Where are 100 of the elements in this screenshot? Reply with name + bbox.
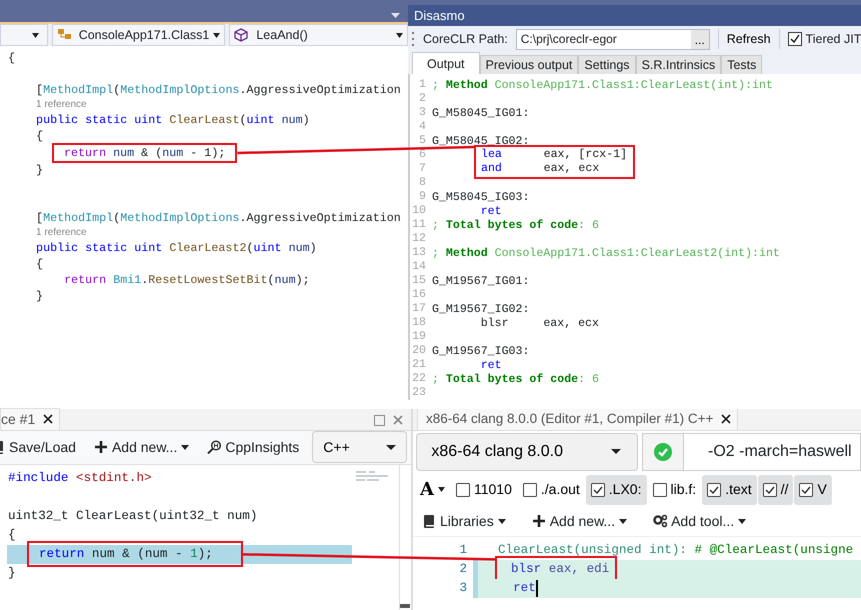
navigation-dropdown[interactable]: LeaAnd() [229, 24, 408, 46]
compiler-dropdown[interactable]: x86-64 clang 8.0.0 [416, 432, 638, 471]
line-number: 17 [411, 302, 427, 316]
line-number: 20 [411, 344, 427, 358]
check-circle-icon[interactable] [654, 442, 672, 461]
code-line: } [35, 162, 44, 178]
tab[interactable]: Settings [578, 55, 636, 74]
checkbox[interactable] [707, 482, 722, 497]
line-number: 16 [411, 288, 427, 302]
tab[interactable]: x86-64 clang 8.0.0 (Editor #1, Compiler #1) C++ [417, 408, 738, 430]
line-number: 7 [418, 162, 427, 176]
browse-button[interactable]: ... [690, 30, 709, 48]
toolbar-button[interactable]: Add new... [88, 436, 194, 458]
minimap-drawing [355, 470, 389, 483]
close-icon[interactable] [43, 414, 54, 424]
line-number: 23 [411, 386, 427, 400]
code-line: public static uint ClearLeast2(uint num) [35, 240, 317, 256]
code-line: ClearLeast(unsigned int): # @ClearLeast(unsigne [498, 542, 854, 559]
filter-toggle[interactable]: .LX0: [586, 474, 646, 505]
line-number: 12 [411, 232, 427, 246]
line-number: 4 [418, 120, 427, 134]
refresh-button[interactable]: Refresh [726, 30, 771, 48]
field-label: CoreCLR Path: [423, 30, 508, 48]
tab[interactable]: S.R.Intrinsics [636, 55, 722, 74]
tab[interactable]: Previous output [480, 55, 578, 74]
code-line: return num & (num - 1); [39, 547, 213, 562]
code-line: { [35, 128, 44, 144]
toolbar-button[interactable]: Save/Load [0, 436, 81, 458]
code-line: [MethodImpl(MethodImplOptions.AggressiveOptimization [35, 82, 401, 98]
checkbox[interactable] [799, 482, 814, 497]
code-line: uint32_t ClearLeast(uint32_t num) [8, 508, 258, 525]
line-number: 3 [418, 106, 427, 120]
options-field[interactable]: -O2 -march=haswell [684, 432, 861, 471]
caret-icon [611, 449, 621, 454]
tab[interactable]: Output [412, 52, 480, 74]
line-number: 9 [418, 190, 427, 204]
class-icon [56, 28, 71, 42]
line-number: 3 [458, 580, 468, 597]
code-line: lea eax, [rcx-1] [481, 148, 628, 162]
caret-icon [181, 444, 190, 450]
cube-icon [234, 28, 248, 42]
line-number: 14 [411, 260, 427, 274]
line-number: 1 [418, 78, 427, 92]
line-number: 5 [418, 134, 427, 148]
filter-toggle[interactable]: // [758, 474, 794, 505]
toolbar-button[interactable]: Add tool... [648, 510, 752, 532]
code-lens[interactable]: 1 reference [0, 98, 408, 112]
code-line: } [35, 288, 44, 304]
line-number: 2 [418, 92, 427, 106]
close-icon[interactable] [721, 414, 732, 424]
dropdown-icon[interactable] [391, 13, 400, 18]
caret-icon [386, 444, 396, 450]
code-line: ; Total bytes of code: 6 [432, 219, 599, 232]
caret-icon [32, 32, 39, 38]
filter-toggle[interactable]: 11010 [450, 474, 517, 505]
checkbox[interactable] [762, 482, 777, 497]
code-line: { [8, 50, 16, 66]
line-number: 21 [411, 358, 427, 372]
code-line: ; Method ConsoleApp171.Class1:ClearLeast(int):int [432, 79, 773, 92]
checkbox[interactable] [590, 482, 605, 497]
line-number: 11 [411, 218, 427, 232]
caret-icon [438, 487, 445, 492]
code-line: G_M19567_IG02: [432, 303, 530, 316]
code-line: return num & (num - 1); [64, 145, 226, 161]
code-lens[interactable]: 1 reference [0, 226, 408, 240]
tab[interactable]: Tests [721, 55, 762, 74]
font-button[interactable]: A [415, 474, 450, 505]
code-line: G_M58045_IG02: [432, 135, 530, 148]
toolbar-button[interactable]: Add new... [526, 510, 632, 532]
caret-icon [213, 32, 220, 38]
plus-icon [94, 440, 108, 454]
language-dropdown[interactable]: C++ [312, 431, 407, 464]
code-line: blsr eax, edi [511, 562, 610, 576]
filter-toggle[interactable]: .text [702, 474, 757, 505]
toolbar-button[interactable]: Libraries [417, 510, 511, 532]
caret-icon [498, 518, 506, 524]
code-line: { [35, 256, 44, 272]
checkbox[interactable] [652, 482, 666, 497]
filter-toggle[interactable]: ./a.out [518, 474, 585, 505]
filter-toggle[interactable]: lib.f: [648, 474, 702, 505]
grip-icon[interactable] [412, 32, 415, 46]
maximize-icon[interactable] [374, 414, 385, 426]
checkbox[interactable] [522, 482, 537, 497]
tab[interactable]: ce #1 [0, 408, 60, 430]
navigation-dropdown[interactable]: ConsoleApp171.Class1 [52, 24, 226, 46]
code-line: #include <stdint.h> [8, 470, 152, 487]
magnifier-icon [207, 440, 222, 454]
path-field[interactable]: C:\prj\coreclr-egor ... [516, 28, 710, 50]
line-number: 1 [458, 542, 468, 559]
toolbar-button[interactable]: CppInsights [202, 436, 304, 458]
line-number: 15 [411, 274, 427, 288]
checkbox[interactable] [456, 482, 470, 497]
caret-icon [738, 518, 746, 524]
line-number: 18 [411, 316, 427, 330]
line-number: 19 [411, 330, 427, 344]
line-number: 13 [411, 246, 427, 260]
text-cursor [536, 580, 538, 597]
filter-toggle[interactable]: V [794, 474, 832, 505]
scrollbar-thumb[interactable] [400, 604, 410, 608]
checkbox[interactable] [788, 32, 802, 46]
